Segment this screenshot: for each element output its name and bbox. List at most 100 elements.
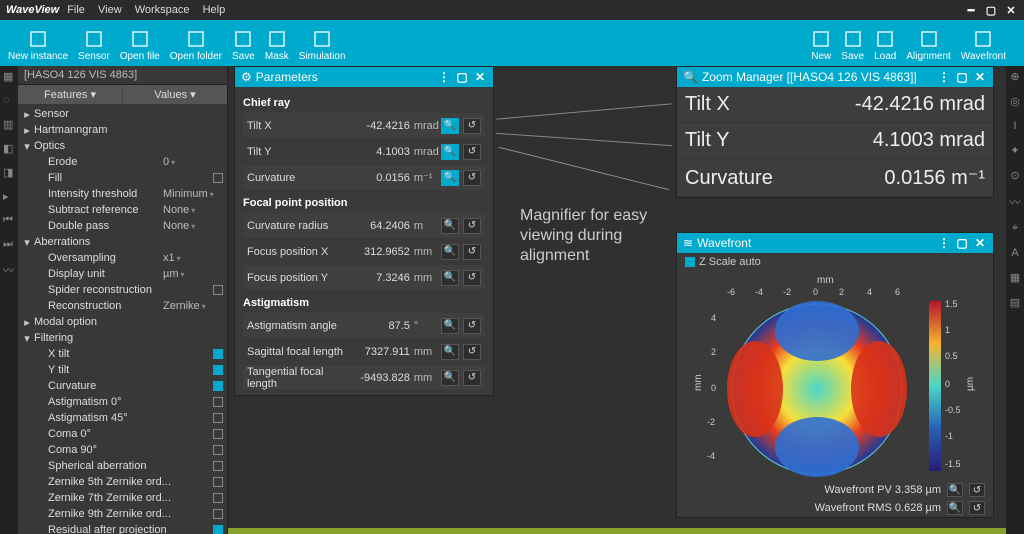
close-icon[interactable]: ✕ [1004,3,1018,17]
rail-icon[interactable]: ▦ [1010,271,1020,284]
panel-popout-icon[interactable]: ▢ [455,70,469,84]
rail-icon[interactable]: ⊕ [1010,70,1019,83]
tree-item[interactable]: Oversamplingx1 [22,250,223,266]
menu-help[interactable]: Help [203,4,226,16]
checkbox[interactable] [213,461,223,471]
file-button[interactable]: Open file [120,29,160,62]
tree-item[interactable]: Spider reconstruction [22,282,223,298]
magnifier-icon[interactable]: 🔍 [441,370,459,386]
magnifier-icon[interactable]: 🔍 [947,483,963,497]
tree-item[interactable]: Zernike 7th Zernike ord... [22,490,223,506]
rail-icon[interactable]: ▸ [3,190,15,202]
tree-item[interactable]: Zernike 9th Zernike ord... [22,506,223,522]
mask-button[interactable]: Mask [265,29,289,62]
col-values[interactable]: Values ▾ [123,85,227,104]
tree-item[interactable]: Subtract referenceNone [22,202,223,218]
rail-icon[interactable]: I [1013,120,1016,132]
align-button[interactable]: Alignment [906,29,950,62]
rail-icon[interactable]: ⌖ [1012,222,1018,235]
magnifier-icon[interactable]: 🔍 [441,270,459,286]
reset-icon[interactable]: ↺ [463,144,481,160]
magnifier-icon[interactable]: 🔍 [441,344,459,360]
tree-header[interactable]: ▸Modal option [22,314,223,330]
checkbox[interactable] [213,525,223,534]
panel-menu-icon[interactable]: ⋮ [937,70,951,84]
reset-icon[interactable]: ↺ [463,218,481,234]
rail-icon[interactable]: 〰 [1010,194,1021,210]
magnifier-icon[interactable]: 🔍 [441,318,459,334]
menu-view[interactable]: View [98,4,122,16]
folder-button[interactable]: Open folder [170,29,222,62]
checkbox[interactable] [213,509,223,519]
checkbox[interactable] [213,413,223,423]
tree-item[interactable]: Y tilt [22,362,223,378]
menu-workspace[interactable]: Workspace [135,4,190,16]
checkbox[interactable] [213,397,223,407]
tree-item[interactable]: Spherical aberration [22,458,223,474]
save-button[interactable]: Save [232,29,255,62]
rail-icon[interactable]: A [1011,247,1018,259]
tree-item[interactable]: ReconstructionZernike [22,298,223,314]
rail-icon[interactable]: ✦ [1010,144,1019,157]
rail-icon[interactable]: ▤ [1010,296,1020,309]
rail-icon[interactable]: ◎ [1010,95,1020,108]
rail-icon[interactable]: ⏭ [3,238,15,250]
menu-file[interactable]: File [67,4,85,16]
tree-header[interactable]: ▾Optics [22,138,223,154]
checkbox[interactable] [213,493,223,503]
rail-icon[interactable]: ⏮ [3,214,15,226]
checkbox[interactable] [213,445,223,455]
zscale-checkbox[interactable] [685,257,695,267]
aperture-button[interactable]: Sensor [78,29,110,62]
rail-icon[interactable]: ⊙ [1010,169,1019,182]
reset-icon[interactable]: ↺ [463,170,481,186]
tree-header[interactable]: ▾Filtering [22,330,223,346]
checkbox[interactable] [213,349,223,359]
rail-icon[interactable]: ◌ [3,94,15,106]
rail-icon[interactable]: ◨ [3,166,15,178]
tree-header[interactable]: ▸Hartmanngram [22,122,223,138]
reset-icon[interactable]: ↺ [463,344,481,360]
tree-item[interactable]: X tilt [22,346,223,362]
tree-item[interactable]: Astigmatism 0° [22,394,223,410]
save-button[interactable]: Save [841,29,864,62]
tree-header[interactable]: ▸Sensor [22,106,223,122]
tree-item[interactable]: Residual after projection [22,522,223,534]
panel-menu-icon[interactable]: ⋮ [937,236,951,250]
reset-icon[interactable]: ↺ [463,118,481,134]
panel-close-icon[interactable]: ✕ [973,70,987,84]
minimize-icon[interactable]: ━ [964,3,978,17]
load-button[interactable]: Load [874,29,896,62]
panel-close-icon[interactable]: ✕ [473,70,487,84]
reset-icon[interactable]: ↺ [969,501,985,515]
magnifier-icon[interactable]: 🔍 [441,170,459,186]
checkbox[interactable] [213,173,223,183]
tree-item[interactable]: Fill [22,170,223,186]
checkbox[interactable] [213,381,223,391]
col-features[interactable]: Features ▾ [18,85,123,104]
magnifier-icon[interactable]: 🔍 [441,144,459,160]
checkbox[interactable] [213,429,223,439]
rail-icon[interactable]: 〰 [3,262,15,274]
magnifier-icon[interactable]: 🔍 [441,118,459,134]
tree-item[interactable]: Coma 90° [22,442,223,458]
reset-icon[interactable]: ↺ [463,270,481,286]
tree-item[interactable]: Curvature [22,378,223,394]
sim-button[interactable]: Simulation [299,29,346,62]
rail-icon[interactable]: ▥ [3,118,15,130]
checkbox[interactable] [213,285,223,295]
tree-item[interactable]: Display unitµm [22,266,223,282]
checkbox[interactable] [213,477,223,487]
tree-item[interactable]: Astigmatism 45° [22,410,223,426]
panel-popout-icon[interactable]: ▢ [955,236,969,250]
maximize-icon[interactable]: ▢ [984,3,998,17]
plus-button[interactable]: New instance [8,29,68,62]
tree-item[interactable]: Zernike 5th Zernike ord... [22,474,223,490]
reset-icon[interactable]: ↺ [463,370,481,386]
panel-close-icon[interactable]: ✕ [973,236,987,250]
panel-popout-icon[interactable]: ▢ [955,70,969,84]
panel-menu-icon[interactable]: ⋮ [437,70,451,84]
plus-button[interactable]: New [811,29,831,62]
wave-button[interactable]: Wavefront [961,29,1006,62]
reset-icon[interactable]: ↺ [463,318,481,334]
